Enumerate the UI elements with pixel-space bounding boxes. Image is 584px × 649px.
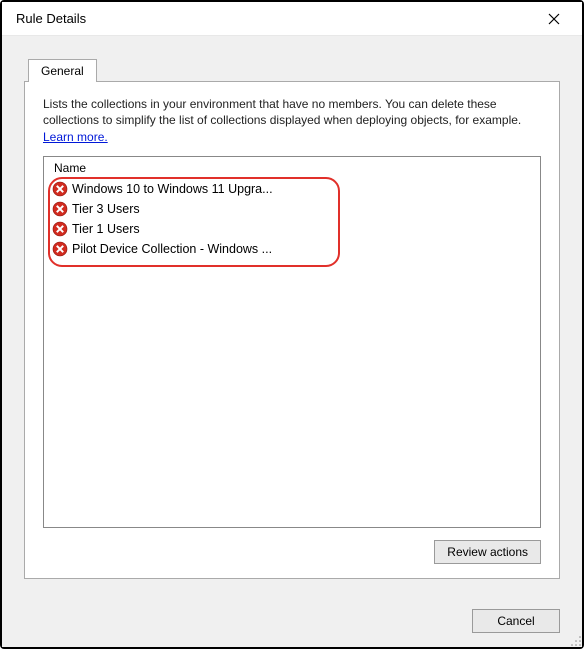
description-text: Lists the collections in your environmen…	[43, 96, 541, 128]
list-item-label: Windows 10 to Windows 11 Upgra...	[72, 182, 273, 196]
error-icon	[52, 221, 68, 237]
review-actions-button[interactable]: Review actions	[434, 540, 541, 564]
cancel-button[interactable]: Cancel	[472, 609, 560, 633]
list-item[interactable]: Pilot Device Collection - Windows ...	[52, 239, 532, 259]
error-icon	[52, 181, 68, 197]
title-bar: Rule Details	[2, 2, 582, 36]
close-button[interactable]	[534, 4, 574, 34]
close-icon	[548, 13, 560, 25]
list-item[interactable]: Windows 10 to Windows 11 Upgra...	[52, 179, 532, 199]
list-item-label: Tier 3 Users	[72, 202, 140, 216]
list-item-label: Tier 1 Users	[72, 222, 140, 236]
window-title: Rule Details	[16, 11, 534, 26]
list-item-label: Pilot Device Collection - Windows ...	[72, 242, 272, 256]
dialog-footer: Cancel	[2, 595, 582, 647]
list-item[interactable]: Tier 3 Users	[52, 199, 532, 219]
collections-list: Name Windows 10 to Windows 11 Upgra... T	[43, 156, 541, 528]
tab-general[interactable]: General	[28, 59, 97, 82]
list-rows: Windows 10 to Windows 11 Upgra... Tier 3…	[44, 179, 540, 267]
resize-grip-icon[interactable]	[570, 635, 582, 647]
general-panel: Lists the collections in your environmen…	[24, 81, 560, 579]
column-header-name: Name	[44, 157, 540, 179]
error-icon	[52, 241, 68, 257]
learn-more-link[interactable]: Learn more.	[43, 130, 541, 144]
list-item[interactable]: Tier 1 Users	[52, 219, 532, 239]
panel-actions: Review actions	[43, 528, 541, 564]
tabs-row: General	[28, 58, 560, 81]
client-area: General Lists the collections in your en…	[2, 36, 582, 595]
error-icon	[52, 201, 68, 217]
